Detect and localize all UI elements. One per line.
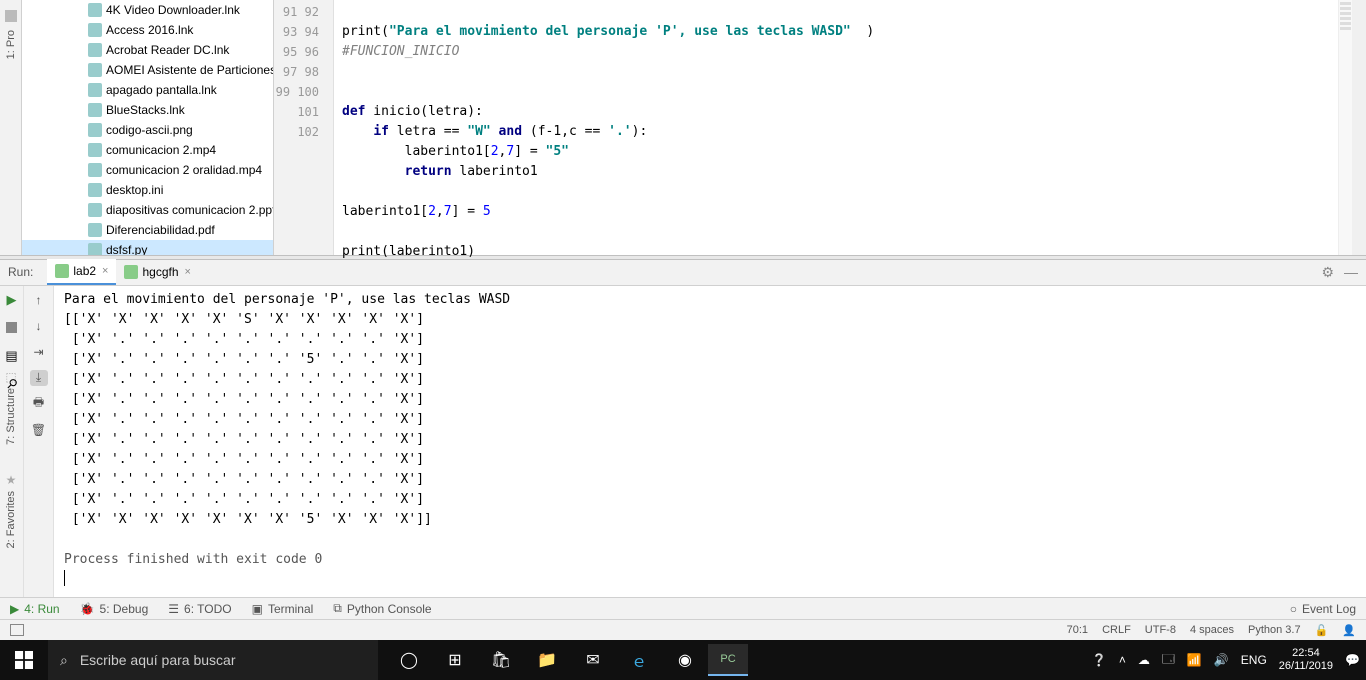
wifi-icon[interactable]: 📶	[1187, 653, 1202, 667]
file-icon	[88, 103, 102, 117]
taskbar-search[interactable]: ⌕Escribe aquí para buscar	[48, 640, 378, 680]
file-icon	[88, 123, 102, 137]
tray-expand-icon[interactable]: ˄	[1119, 653, 1126, 667]
tool-window-bar: ▶ 4: Run 🐞 5: Debug ☰ 6: TODO ▣ Terminal…	[0, 597, 1366, 620]
project-tool-label[interactable]: 1: Pro	[5, 30, 17, 59]
left-tool-strip[interactable]: 1: Pro	[0, 0, 22, 255]
run-toolbar-secondary: ↑ ↓ ⇥ ⤓ 🖶 🗑	[24, 286, 54, 597]
tree-item[interactable]: dsfsf.py	[22, 240, 273, 255]
project-tool-icon[interactable]	[5, 10, 17, 22]
file-icon	[88, 163, 102, 177]
battery-icon[interactable]: 🗔	[1162, 650, 1175, 671]
run-tool-button[interactable]: ▶ 4: Run	[10, 602, 60, 616]
file-icon	[88, 203, 102, 217]
file-icon	[88, 143, 102, 157]
close-tab-icon[interactable]: ×	[185, 266, 191, 278]
file-icon	[88, 23, 102, 37]
minimize-panel-icon[interactable]: —	[1344, 264, 1358, 281]
help-tray-icon[interactable]: ❔	[1092, 653, 1107, 667]
up-icon[interactable]: ↑	[30, 292, 48, 308]
python-interpreter[interactable]: Python 3.7	[1248, 624, 1301, 636]
tree-item[interactable]: Diferenciabilidad.pdf	[22, 220, 273, 240]
file-icon	[88, 183, 102, 197]
line-separator[interactable]: CRLF	[1102, 624, 1131, 636]
tree-item[interactable]: desktop.ini	[22, 180, 273, 200]
run-tab-lab2[interactable]: lab2×	[47, 259, 116, 285]
chrome-icon[interactable]: ◉	[662, 640, 708, 680]
print-icon[interactable]: 🖶	[30, 396, 48, 412]
tree-item[interactable]: BlueStacks.lnk	[22, 100, 273, 120]
file-icon	[88, 243, 102, 255]
event-log-button[interactable]: ○ Event Log	[1290, 602, 1356, 616]
tree-item[interactable]: comunicacion 2.mp4	[22, 140, 273, 160]
mail-icon[interactable]: ✉	[570, 640, 616, 680]
structure-tool-icon[interactable]: ⬚	[5, 370, 16, 384]
search-icon: ⌕	[60, 652, 68, 669]
todo-tool-button[interactable]: ☰ 6: TODO	[168, 602, 231, 616]
editor-scrollbar[interactable]	[1352, 0, 1366, 255]
store-icon[interactable]: 🛍	[478, 640, 524, 680]
run-panel-header: Run: lab2× hgcgfh× ⚙ —	[0, 260, 1366, 286]
start-button[interactable]	[0, 640, 48, 680]
scroll-to-end-icon[interactable]: ⤓	[30, 370, 48, 386]
tree-item[interactable]: Access 2016.lnk	[22, 20, 273, 40]
rerun-icon[interactable]: ▶	[4, 292, 20, 308]
run-title: Run:	[8, 265, 33, 279]
tree-item[interactable]: AOMEI Asistente de Particiones Pro	[22, 60, 273, 80]
code-area[interactable]: print("Para el movimiento del personaje …	[334, 0, 1338, 255]
wrap-icon[interactable]: ⇥	[30, 344, 48, 360]
taskbar-clock[interactable]: 22:5426/11/2019	[1279, 647, 1333, 673]
cortana-icon[interactable]: ◯	[386, 640, 432, 680]
tree-item[interactable]: Acrobat Reader DC.lnk	[22, 40, 273, 60]
onedrive-icon[interactable]: ☁	[1138, 653, 1150, 667]
favorites-tool-label[interactable]: 2: Favorites	[5, 491, 17, 548]
close-tab-icon[interactable]: ×	[102, 265, 108, 277]
task-view-icon[interactable]: ⊞	[432, 640, 478, 680]
windows-taskbar: ⌕Escribe aquí para buscar ◯ ⊞ 🛍 📁 ✉ ｅ ◉ …	[0, 640, 1366, 680]
tree-item[interactable]: comunicacion 2 oralidad.mp4	[22, 160, 273, 180]
settings-icon[interactable]: ⚙	[1321, 264, 1334, 281]
lock-icon[interactable]: 🔓	[1315, 624, 1329, 637]
console-output[interactable]: Para el movimiento del personaje 'P', us…	[54, 286, 1366, 597]
notifications-icon[interactable]: 💬	[1345, 653, 1360, 667]
down-icon[interactable]: ↓	[30, 318, 48, 334]
favorites-tool-icon[interactable]: ★	[6, 473, 17, 487]
clear-icon[interactable]: 🗑	[30, 422, 48, 438]
code-token: print	[342, 24, 381, 39]
tree-item[interactable]: codigo-ascii.png	[22, 120, 273, 140]
run-tab-hgcgfh[interactable]: hgcgfh×	[116, 259, 198, 285]
inspector-icon[interactable]: 👤	[1342, 624, 1356, 637]
volume-icon[interactable]: 🔊	[1214, 653, 1229, 667]
file-encoding[interactable]: UTF-8	[1145, 624, 1176, 636]
line-gutter: 91 92 93 94 95 96 97 98 99 100 101 102	[274, 0, 334, 255]
stop-icon[interactable]	[4, 320, 20, 336]
tree-item[interactable]: diapositivas comunicacion 2.pptx	[22, 200, 273, 220]
error-stripe[interactable]	[1338, 0, 1352, 255]
python-file-icon	[124, 265, 138, 279]
python-console-button[interactable]: ⧉ Python Console	[333, 601, 431, 616]
project-tree[interactable]: 4K Video Downloader.lnkAccess 2016.lnkAc…	[22, 0, 274, 255]
debug-tool-button[interactable]: 🐞 5: Debug	[80, 602, 149, 616]
file-icon	[88, 63, 102, 77]
pycharm-icon[interactable]: PC	[708, 644, 748, 676]
indent-settings[interactable]: 4 spaces	[1190, 624, 1234, 636]
file-icon	[88, 83, 102, 97]
structure-tool-label[interactable]: 7: Structure	[5, 388, 17, 445]
file-icon	[88, 223, 102, 237]
status-bar: 70:1 CRLF UTF-8 4 spaces Python 3.7 🔓 👤	[0, 619, 1366, 640]
code-editor[interactable]: 91 92 93 94 95 96 97 98 99 100 101 102 p…	[274, 0, 1366, 255]
python-file-icon	[55, 264, 69, 278]
file-icon	[88, 3, 102, 17]
language-indicator[interactable]: ENG	[1241, 653, 1267, 667]
file-icon	[88, 43, 102, 57]
caret-position[interactable]: 70:1	[1067, 624, 1088, 636]
layout-icon[interactable]: ▤	[4, 348, 20, 364]
edge-icon[interactable]: ｅ	[616, 640, 662, 680]
tree-item[interactable]: apagado pantalla.lnk	[22, 80, 273, 100]
tree-item[interactable]: 4K Video Downloader.lnk	[22, 0, 273, 20]
terminal-tool-button[interactable]: ▣ Terminal	[252, 602, 314, 616]
explorer-icon[interactable]: 📁	[524, 640, 570, 680]
status-windows-icon[interactable]	[10, 624, 24, 636]
